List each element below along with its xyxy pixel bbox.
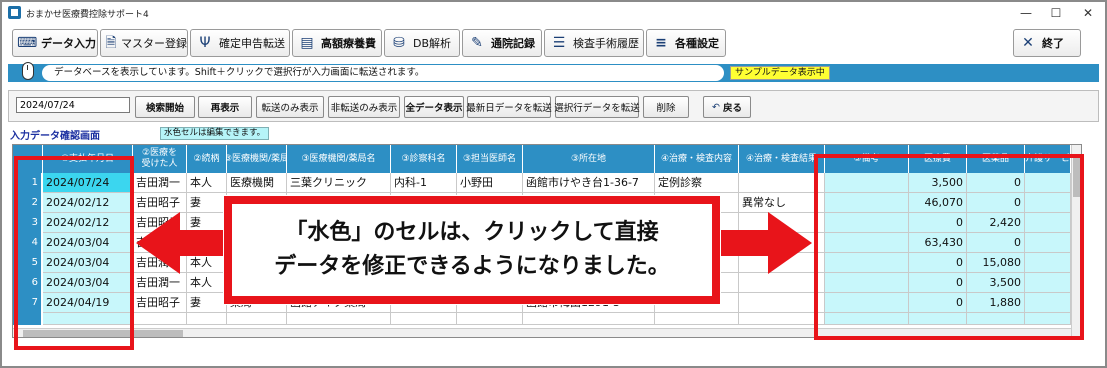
db-analysis-label: DB解析 [413,37,452,50]
column-header[interactable]: ④治療・検査結果 [739,145,825,173]
grid-cell-result[interactable] [739,273,825,293]
grid-cell-doctor[interactable]: 小野田 [457,173,523,193]
grid-cell-addr[interactable]: 函館市けやき台1-36-7 [523,173,655,193]
column-header[interactable]: ②医療を 受けた人 [133,145,187,173]
document-icon: 🗎 [105,35,117,51]
back-button[interactable]: ↶ 戻る [703,96,751,118]
editable-cells-callout: 「水色」のセルは、クリックして直接 データを修正できるようになりました。 [224,196,720,304]
tax-transfer-button[interactable]: Ψ 確定申告転送 [190,29,290,57]
tax-transfer-label: 確定申告転送 [219,37,285,50]
grid-cell-result[interactable] [739,173,825,193]
delete-button[interactable]: 削除 [643,96,689,118]
highlight-date-column [14,156,134,350]
window-title: おまかせ医療費控除サポート4 [26,10,149,20]
form-icon: ▤ [300,35,314,51]
grid-cell-partial [133,313,187,325]
column-header[interactable]: ③医療機関/薬局 [227,145,287,173]
exit-button[interactable]: ✕ 終了 [1013,29,1081,57]
database-icon: ⛁ [393,35,405,51]
grid-cell-partial [655,313,739,325]
column-header[interactable]: ②続柄 [187,145,227,173]
maximize-button[interactable]: ☐ [1042,4,1070,22]
mouse-icon [22,62,34,80]
visit-record-button[interactable]: ✎ 通院記録 [462,29,542,57]
grid-cell-partial [391,313,457,325]
arrow-left-icon [136,212,230,274]
high-cost-label: 高額療養費 [321,37,376,50]
grid-cell-partial [187,313,227,325]
grid-cell-partial [227,313,287,325]
grid-cell-partial [523,313,655,325]
column-header[interactable]: ③医療機関/薬局名 [287,145,391,173]
date-field[interactable] [16,97,130,113]
notebook-icon: ✎ [471,35,483,51]
exit-label: 終了 [1042,37,1064,50]
close-icon: ✕ [1022,35,1034,51]
back-label: 戻る [722,103,742,114]
column-header[interactable]: ③診察科名 [391,145,457,173]
data-entry-label: データ入力 [41,37,96,50]
all-data-label: 全データ表示 [405,103,463,114]
grid-cell-type[interactable]: 医療機関 [227,173,287,193]
transfer-latest-button[interactable]: 最新日データを転送 [466,96,552,118]
column-header[interactable]: ③所在地 [523,145,655,173]
status-message: データベースを表示しています。Shift＋クリックで選択行が入力画面に転送されま… [42,65,724,81]
app-icon [8,6,21,19]
grid-cell-rel[interactable]: 本人 [187,273,227,293]
grid-cell-rel[interactable]: 本人 [187,173,227,193]
untransferred-only-button[interactable]: 非転送のみ表示 [328,96,400,118]
grid-cell-person[interactable]: 吉田潤一 [133,173,187,193]
minimize-button[interactable]: — [1012,4,1040,22]
high-cost-button[interactable]: ▤ 高額療養費 [292,29,382,57]
close-window-button[interactable]: ✕ [1074,4,1102,22]
transfer-selected-button[interactable]: 選択行データを転送 [554,96,640,118]
column-header[interactable]: ④治療・検査内容 [655,145,739,173]
grid-cell-result[interactable]: 異常なし [739,193,825,213]
transferred-only-button[interactable]: 転送のみ表示 [256,96,324,118]
callout-line-2: データを修正できるようになりました。 [274,254,670,279]
settings-label: 各種設定 [675,37,719,50]
settings-button[interactable]: ≡ 各種設定 [646,29,726,57]
sample-data-badge: サンプルデータ表示中 [730,66,830,80]
grid-cell-treat[interactable]: 定例診察 [655,173,739,193]
grid-cell-partial [739,313,825,325]
search-start-button[interactable]: 検索開始 [135,96,195,118]
grid-cell-result[interactable] [739,293,825,313]
grid-cell-rel[interactable]: 妻 [187,193,227,213]
grid-cell-person[interactable]: 吉田昭子 [133,293,187,313]
menu-icon: ≡ [655,35,667,51]
back-arrow-icon: ↶ [712,101,720,113]
main-toolbar: ⌨ データ入力 🗎 マスター登録 Ψ 確定申告転送 ▤ 高額療養費 ⛁ DB解析 ✎ 通院記… [12,29,1097,59]
exam-history-button[interactable]: ☰ 検査手術履歴 [544,29,644,57]
redisplay-button[interactable]: 再表示 [198,96,252,118]
column-header[interactable]: ③担当医師名 [457,145,523,173]
section-title: 入力データ確認画面 [10,131,100,142]
grid-cell-rel[interactable]: 妻 [187,293,227,313]
exam-history-label: 検査手術履歴 [573,37,639,50]
db-analysis-button[interactable]: ⛁ DB解析 [384,29,460,57]
grid-cell-person[interactable]: 吉田潤一 [133,273,187,293]
keyboard-icon: ⌨ [17,35,38,51]
editable-hint: 水色セルは編集できます。 [160,127,270,140]
data-entry-button[interactable]: ⌨ データ入力 [12,29,98,57]
all-data-button[interactable]: 全データ表示 [404,96,464,118]
grid-cell-dept[interactable]: 内科-1 [391,173,457,193]
grid-cell-person[interactable]: 吉田昭子 [133,193,187,213]
search-start-label: 検索開始 [145,103,184,114]
title-bar: おまかせ医療費控除サポート4 — ☐ ✕ [2,2,1105,24]
grid-cell-name[interactable]: 三葉クリニック [287,173,391,193]
grid-cell-partial [457,313,523,325]
grid-cell-partial [287,313,391,325]
usb-icon: Ψ [199,35,211,51]
highlight-cost-columns [814,154,1084,340]
arrow-right-icon [714,212,812,274]
visit-record-label: 通院記録 [491,37,535,50]
callout-line-1: 「水色」のセルは、クリックして直接 [285,220,659,245]
master-register-label: マスター登録 [121,37,187,50]
list-icon: ☰ [552,35,566,51]
master-register-button[interactable]: 🗎 マスター登録 [100,29,188,57]
redisplay-label: 再表示 [210,103,240,114]
